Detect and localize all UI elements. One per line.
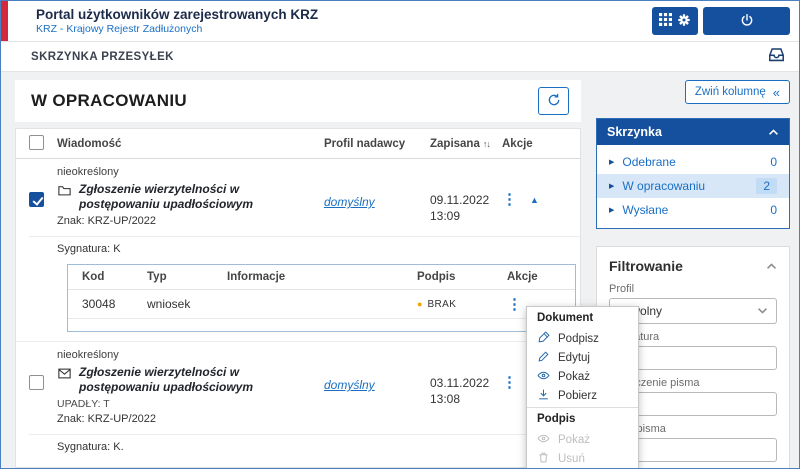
message-row: nieokreślony Zgłoszenie wierzytelności w… [16, 159, 580, 262]
attachments-panel: Kod Typ Informacje Podpis Akcje 30048 wn… [67, 264, 576, 332]
inbox-icon[interactable] [767, 45, 786, 69]
mailbox-item-wyslane[interactable]: ▶ Wysłane 0 [597, 198, 789, 222]
refresh-icon [546, 92, 562, 111]
column-header-code: Kod [82, 271, 147, 283]
collapse-row-icon[interactable]: ▲ [530, 192, 539, 205]
trash-icon [537, 451, 550, 467]
menu-item-pobierz[interactable]: Pobierz [527, 386, 638, 405]
mailbox-panel: Skrzynka ▶ Odebrane 0 ▶ W opracowaniu 2 [596, 118, 790, 229]
triangle-right-icon: ▶ [609, 158, 614, 166]
table-header-row: Wiadomość Profil nadawcy Zapisana↑↓ Akcj… [16, 129, 580, 159]
context-menu-section-podpis: Podpis [527, 410, 638, 430]
top-bar: Portal użytkowników zarejestrowanych KRZ… [1, 1, 799, 42]
column-header-sender-profile: Profil nadawcy [324, 138, 430, 150]
kebab-menu-icon[interactable]: ⋮ [502, 375, 517, 390]
signature-status: ● BRAK [417, 299, 507, 310]
krz-portal-window: Portal użytkowników zarejestrowanych KRZ… [0, 0, 800, 469]
attachment-row: 30048 wniosek ● BRAK ⋮ [68, 290, 575, 319]
message-type-label: nieokreślony [57, 349, 580, 361]
attachment-type: wniosek [147, 297, 227, 311]
mailbox-item-odebrane[interactable]: ▶ Odebrane 0 [597, 150, 789, 174]
download-icon [537, 388, 550, 404]
filter-profile-label: Profil [609, 283, 777, 295]
gear-icon [677, 13, 691, 30]
messages-table: Wiadomość Profil nadawcy Zapisana↑↓ Akcj… [15, 128, 581, 468]
mailbox-count: 0 [770, 155, 777, 169]
filter-title: Filtrowanie [609, 258, 683, 274]
column-header-actions: Akcje [502, 138, 580, 150]
apps-settings-button[interactable] [652, 7, 698, 35]
signature-pen-icon [537, 331, 550, 347]
content-area: W OPRACOWANIU Wiadomość Profil nadawcy Z… [1, 72, 799, 468]
logout-button[interactable] [703, 7, 790, 35]
message-signature: Sygnatura: K. [29, 434, 580, 460]
chevron-up-icon [768, 125, 779, 139]
envelope-icon [57, 366, 72, 386]
mailbox-count: 0 [770, 203, 777, 217]
status-dot-icon: ● [417, 299, 422, 309]
mailbox-panel-header[interactable]: Skrzynka [597, 119, 789, 145]
collapse-column-button[interactable]: Zwiń kolumnę « [685, 80, 790, 104]
menu-item-pokaz[interactable]: Pokaż [527, 367, 638, 386]
app-subtitle-link[interactable]: KRZ - Krajowy Rejestr Zadłużonych [36, 23, 318, 35]
message-mark: Znak: KRZ-UP/2022 [57, 413, 324, 425]
row-checkbox[interactable] [29, 375, 44, 390]
eye-icon [537, 369, 550, 385]
topbar-actions [652, 7, 790, 35]
red-accent-bar [1, 1, 8, 41]
triangle-right-icon: ▶ [609, 206, 614, 214]
column-header-message: Wiadomość [57, 138, 324, 150]
mailbox-item-w-opracowaniu[interactable]: ▶ W opracowaniu 2 [597, 174, 789, 198]
double-chevron-left-icon: « [773, 86, 780, 99]
message-type-label: nieokreślony [57, 166, 580, 178]
select-all-checkbox[interactable] [29, 135, 44, 150]
triangle-right-icon: ▶ [609, 182, 614, 190]
folder-icon [57, 183, 72, 203]
context-menu: Dokument Podpisz Edytuj Pokaż [526, 306, 639, 469]
section-title: SKRZYNKA PRZESYŁEK [31, 51, 174, 63]
column-header-saved[interactable]: Zapisana↑↓ [430, 138, 502, 150]
kebab-menu-icon[interactable]: ⋮ [502, 192, 517, 207]
message-signature: Sygnatura: K [29, 236, 580, 262]
app-titles: Portal użytkowników zarejestrowanych KRZ… [36, 7, 318, 35]
attachment-code: 30048 [82, 297, 147, 311]
attachments-header-row: Kod Typ Informacje Podpis Akcje [68, 265, 575, 290]
menu-item-usun: Usuń [527, 449, 638, 468]
menu-item-pokaz-podpis: Pokaż [527, 430, 638, 449]
sender-profile-link[interactable]: domyślny [324, 195, 375, 209]
grid-icon [659, 13, 672, 29]
column-header-attachment-actions: Akcje [507, 271, 575, 283]
message-title: Zgłoszenie wierzytelności w postępowaniu… [79, 182, 312, 212]
refresh-button[interactable] [538, 87, 569, 115]
chevron-down-icon [757, 304, 768, 318]
chevron-up-icon[interactable] [766, 257, 777, 275]
message-debtor: UPADŁY: T [57, 398, 324, 410]
heading-card: W OPRACOWANIU [15, 80, 581, 122]
mailbox-count: 2 [756, 178, 777, 194]
page-title: W OPRACOWANIU [31, 91, 187, 111]
column-header-info: Informacje [227, 271, 417, 283]
column-header-type: Typ [147, 271, 227, 283]
sort-icon: ↑↓ [483, 139, 490, 149]
power-icon [740, 13, 754, 30]
section-bar: SKRZYNKA PRZESYŁEK [1, 42, 799, 72]
column-header-signature: Podpis [417, 271, 507, 283]
eye-icon [537, 432, 550, 448]
pencil-icon [537, 350, 550, 366]
main-column: W OPRACOWANIU Wiadomość Profil nadawcy Z… [15, 80, 581, 468]
menu-item-edytuj[interactable]: Edytuj [527, 348, 638, 367]
app-title: Portal użytkowników zarejestrowanych KRZ [36, 7, 318, 22]
saved-date: 03.11.2022 13:08 [430, 365, 502, 425]
saved-date: 09.11.2022 13:09 [430, 182, 502, 227]
message-row: nieokreślony Zgłoszenie wierzytelności w… [16, 341, 580, 460]
row-checkbox[interactable] [29, 192, 44, 207]
sender-profile-link[interactable]: domyślny [324, 378, 375, 392]
message-mark: Znak: KRZ-UP/2022 [57, 215, 324, 227]
menu-item-podpisz[interactable]: Podpisz [527, 329, 638, 348]
context-menu-section-dokument: Dokument [527, 309, 638, 329]
message-title: Zgłoszenie wierzytelności w postępowaniu… [79, 365, 312, 395]
